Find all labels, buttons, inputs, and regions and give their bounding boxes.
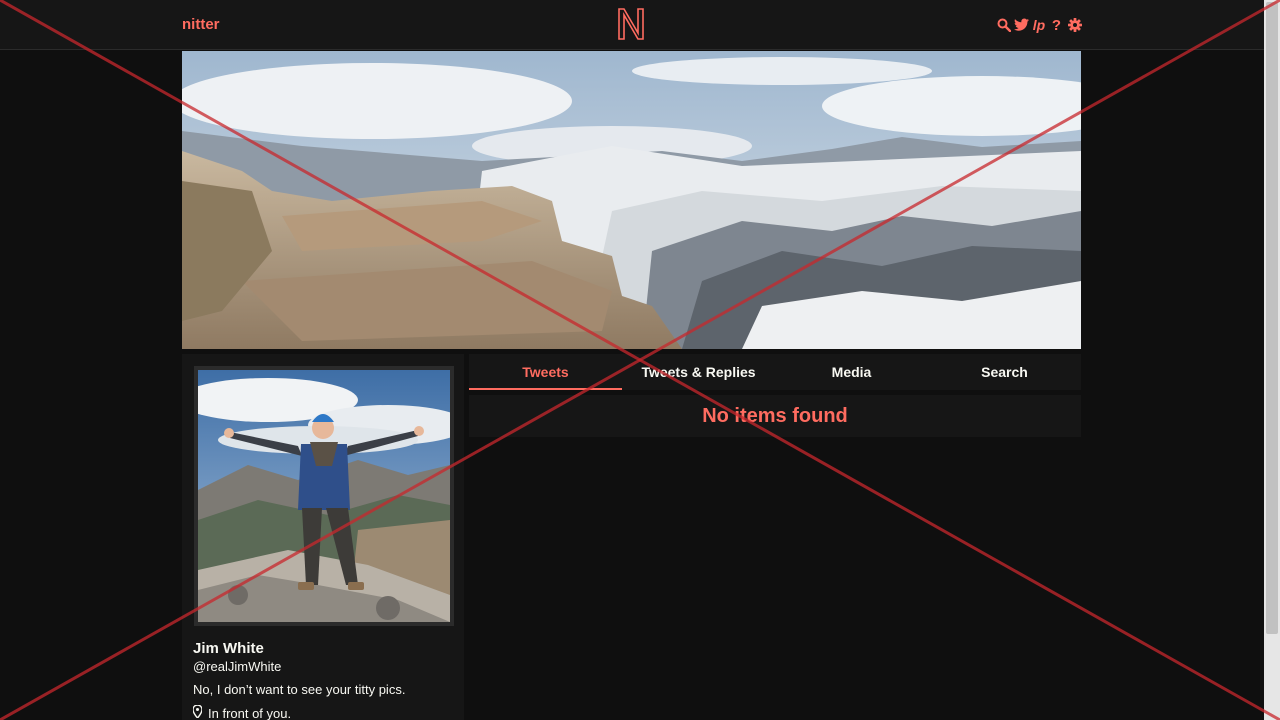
tab-media[interactable]: Media: [775, 354, 928, 390]
search-icon[interactable]: [996, 16, 1011, 34]
top-navbar: nitter lp ?: [0, 0, 1264, 50]
profile-bio: No, I don’t want to see your titty pics.: [193, 682, 406, 697]
profile-location: In front of you.: [192, 704, 292, 720]
tab-tweets[interactable]: Tweets: [469, 354, 622, 390]
avatar[interactable]: [178, 366, 468, 626]
gear-icon[interactable]: [1067, 16, 1082, 34]
nitter-logo-icon[interactable]: [616, 7, 646, 46]
location-pin-icon: [192, 704, 203, 720]
scrollbar-thumb[interactable]: [1266, 2, 1278, 634]
profile-banner-image[interactable]: [182, 51, 1081, 349]
tab-search[interactable]: Search: [928, 354, 1081, 390]
liberapay-icon[interactable]: lp: [1032, 16, 1046, 34]
nav-icon-group: lp ?: [996, 16, 1082, 34]
profile-handle[interactable]: @realJimWhite: [193, 659, 281, 674]
timeline-tabs: Tweets Tweets & Replies Media Search: [469, 354, 1081, 390]
profile-location-text: In front of you.: [208, 705, 292, 720]
profile-card: Jim White @realJimWhite No, I don’t want…: [178, 354, 468, 720]
twitter-icon[interactable]: [1014, 16, 1029, 34]
page-scrollbar[interactable]: [1264, 0, 1280, 720]
brand-link[interactable]: nitter: [182, 16, 220, 33]
help-icon[interactable]: ?: [1049, 16, 1064, 34]
tab-tweets-replies[interactable]: Tweets & Replies: [622, 354, 775, 390]
timeline-empty-message: No items found: [469, 395, 1081, 437]
profile-name: Jim White: [193, 640, 264, 657]
